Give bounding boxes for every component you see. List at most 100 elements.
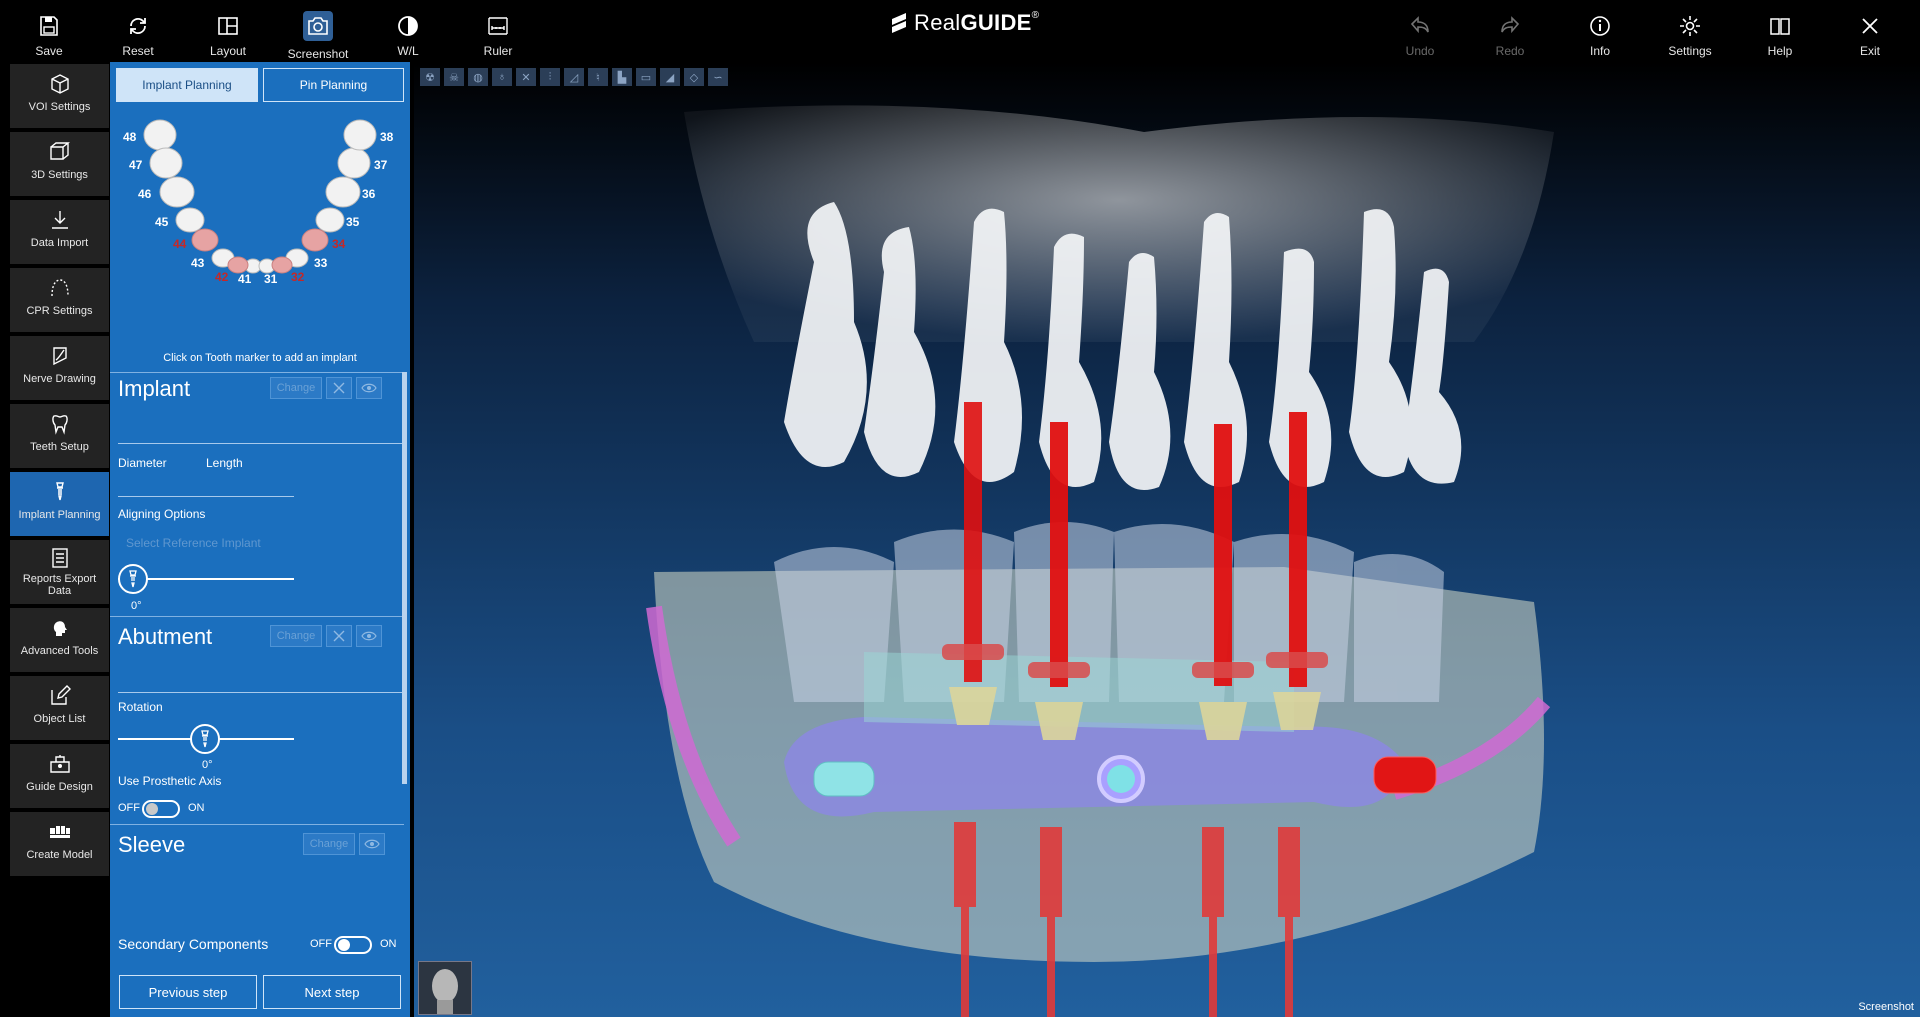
implant-name-field[interactable] [118, 443, 404, 444]
previous-step-button[interactable]: Previous step [119, 975, 257, 1009]
implant-visibility-button[interactable] [356, 377, 382, 399]
secondary-components-toggle[interactable] [334, 936, 372, 954]
tooth-number-35: 35 [346, 215, 360, 229]
info-button[interactable]: Info [1555, 0, 1645, 62]
implant-delete-button[interactable] [326, 377, 352, 399]
model-icon [49, 826, 70, 838]
implant-change-button[interactable]: Change [270, 377, 322, 399]
rotation-label: Rotation [118, 700, 163, 714]
logo-bold: GUIDE [960, 10, 1032, 35]
secondary-off-label: OFF [310, 938, 332, 950]
nav-label: CPR Settings [26, 305, 93, 317]
undo-button[interactable]: Undo [1375, 0, 1465, 62]
head-icon [432, 969, 458, 1014]
nav-teeth-setup[interactable]: Teeth Setup [10, 404, 109, 468]
settings-label: Settings [1668, 44, 1712, 58]
diameter-length-field[interactable] [118, 496, 294, 497]
tooth-46[interactable] [159, 176, 195, 208]
nav-voi-settings[interactable]: VOI Settings [10, 64, 109, 128]
divider [110, 372, 404, 373]
sleeve-visibility-button[interactable] [359, 833, 385, 855]
tooth-48[interactable] [143, 119, 177, 151]
nav-object-list[interactable]: Object List [10, 676, 109, 740]
nav-3d-settings[interactable]: 3D Settings [10, 132, 109, 196]
dental-chart: 48 47 46 45 44 43 42 41 31 32 33 34 35 3… [110, 110, 410, 410]
nav-data-import[interactable]: Data Import [10, 200, 109, 264]
redo-button[interactable]: Redo [1465, 0, 1555, 62]
tooth-36[interactable] [325, 176, 361, 208]
exit-button[interactable]: Exit [1825, 0, 1915, 62]
panel-scrollbar[interactable] [402, 372, 407, 784]
help-button[interactable]: Help [1735, 0, 1825, 62]
tooth-37[interactable] [337, 147, 371, 179]
dental-arch-icon [143, 119, 377, 274]
reset-label: Reset [122, 44, 154, 58]
abutment-visibility-button[interactable] [356, 625, 382, 647]
prosthetic-off-label: OFF [118, 802, 140, 814]
next-step-button[interactable]: Next step [263, 975, 401, 1009]
nav-nerve-drawing[interactable]: Nerve Drawing [10, 336, 109, 400]
reset-icon [130, 18, 146, 34]
logo-reg: ® [1031, 10, 1040, 21]
nav-label: Advanced Tools [20, 645, 99, 657]
tooth-34[interactable] [301, 228, 329, 252]
tooth-number-36: 36 [362, 187, 376, 201]
abutment-delete-button[interactable] [326, 625, 352, 647]
select-reference-implant[interactable]: Select Reference Implant [126, 536, 261, 550]
nav-create-model[interactable]: Create Model [10, 812, 109, 876]
tooth-35[interactable] [315, 207, 345, 233]
cube-3d-icon [49, 142, 70, 160]
save-button[interactable]: Save [4, 0, 94, 62]
guide-icon [49, 755, 70, 773]
sleeve-change-button[interactable]: Change [303, 833, 355, 855]
nav-advanced-tools[interactable]: Advanced Tools [10, 608, 109, 672]
nav-label: Teeth Setup [30, 441, 89, 453]
redo-icon [1501, 16, 1520, 34]
report-icon [51, 548, 68, 568]
tab-pin-planning[interactable]: Pin Planning [263, 68, 404, 102]
nav-guide-design[interactable]: Guide Design [10, 744, 109, 808]
settings-button[interactable]: Settings [1645, 0, 1735, 62]
tooth-45[interactable] [175, 207, 205, 233]
close-icon [333, 382, 345, 394]
3d-viewport[interactable]: ☢ ☠ ◍ ♁ ✕ ⫶ ◿ ♮ ▙ ▭ ◢ ◇ ∽ Screenshot [414, 62, 1920, 1017]
screenshot-button[interactable]: Screenshot [273, 0, 363, 62]
orientation-head-thumbnail[interactable] [418, 961, 472, 1015]
reset-button[interactable]: Reset [93, 0, 183, 62]
tooth-44[interactable] [191, 228, 219, 252]
nav-label: Data Import [30, 237, 89, 249]
guide-pin-left [813, 761, 875, 797]
tooth-38[interactable] [343, 119, 377, 151]
tooth-number-31: 31 [264, 272, 278, 286]
abutment-change-button[interactable]: Change [270, 625, 322, 647]
nav-reports-export[interactable]: Reports Export Data [10, 540, 109, 604]
prosthetic-axis-label: Use Prosthetic Axis [118, 774, 222, 788]
tooth-number-34: 34 [332, 237, 346, 251]
tooth-47[interactable] [149, 147, 183, 179]
prosthetic-axis-toggle[interactable] [142, 800, 180, 818]
nerve-icon [52, 347, 67, 366]
arch-icon [50, 279, 69, 297]
toggle-knob [146, 803, 158, 815]
tooth-42[interactable] [227, 256, 249, 274]
implant-rotation-knob[interactable] [118, 564, 148, 594]
nav-cpr-settings[interactable]: CPR Settings [10, 268, 109, 332]
close-icon [333, 630, 345, 642]
abutment-name-field[interactable] [118, 692, 404, 693]
tab-implant-planning[interactable]: Implant Planning [116, 68, 258, 102]
ruler-button[interactable]: Ruler [453, 0, 543, 62]
info-icon [1590, 16, 1610, 36]
wl-button[interactable]: W/L [363, 0, 453, 62]
save-icon [40, 16, 58, 36]
surgical-guide [784, 717, 1404, 817]
implant-icon [129, 570, 137, 588]
layout-button[interactable]: Layout [183, 0, 273, 62]
tooth-32[interactable] [271, 256, 293, 274]
tooth-number-33: 33 [314, 256, 328, 270]
implant-planning-panel: Implant Planning Pin Planning 48 47 46 4… [110, 62, 410, 1017]
nav-implant-planning[interactable]: Implant Planning [10, 472, 109, 536]
logo-text: RealGUIDE® [914, 10, 1039, 36]
tooth-number-48: 48 [123, 130, 137, 144]
exit-label: Exit [1859, 44, 1880, 58]
abutment-rotation-knob[interactable] [190, 724, 220, 754]
